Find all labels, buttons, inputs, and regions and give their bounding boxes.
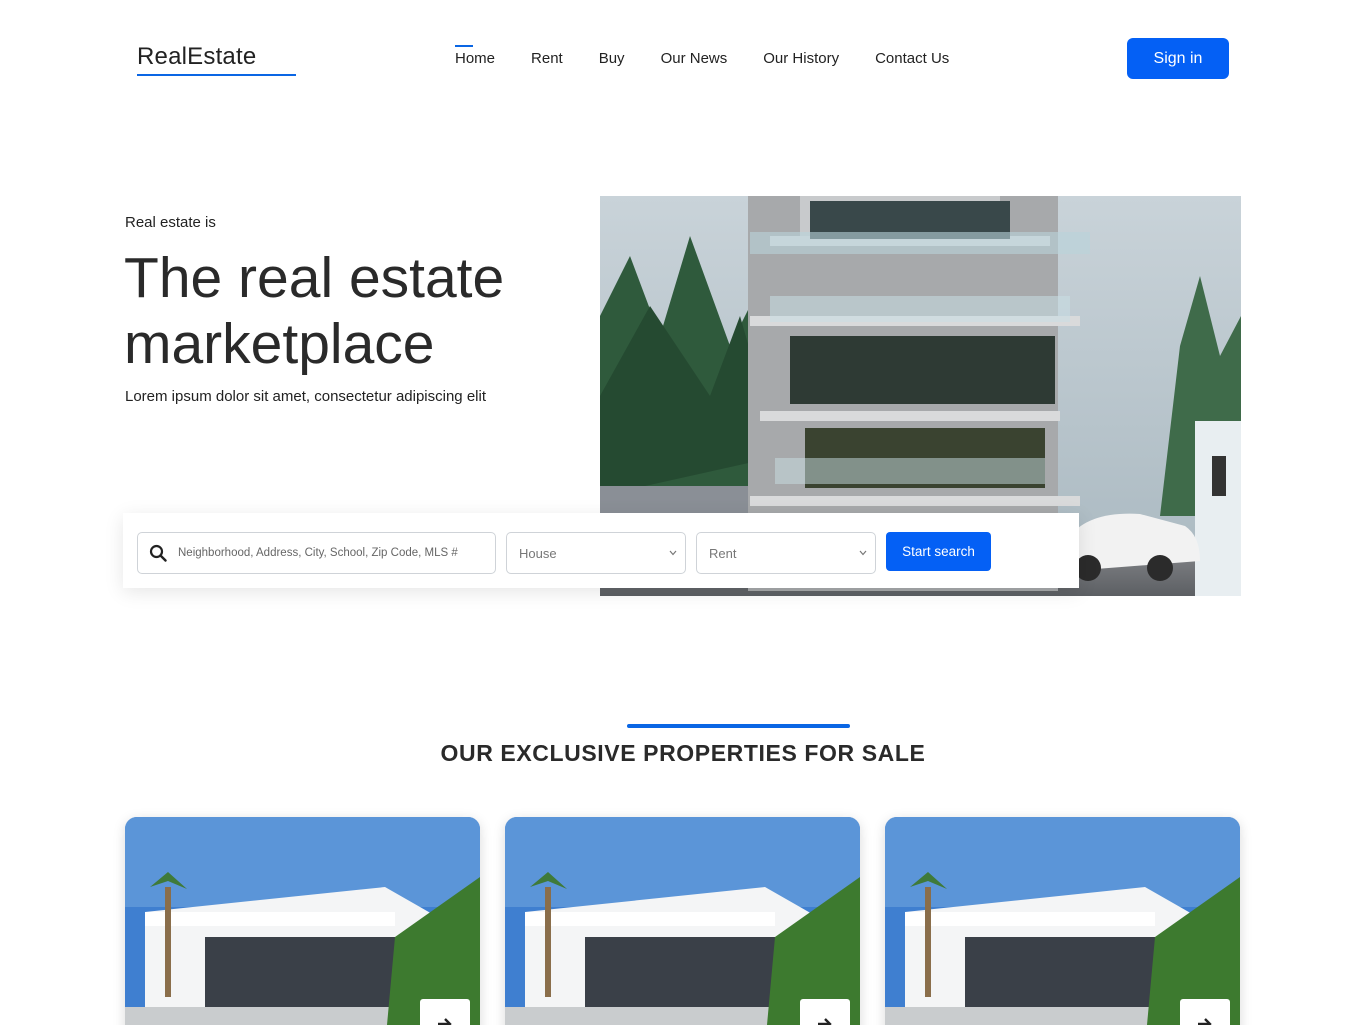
search-icon	[138, 544, 178, 562]
chevron-down-icon	[859, 548, 867, 559]
property-image	[505, 817, 860, 1025]
main-nav: Home Rent Buy Our News Our History Conta…	[455, 45, 985, 67]
logo[interactable]: RealEstate	[137, 43, 256, 71]
nav-item-contact-us[interactable]: Contact Us	[875, 50, 949, 67]
listing-type-value: Rent	[709, 545, 737, 561]
nav-item-buy[interactable]: Buy	[599, 50, 625, 67]
nav-item-home[interactable]: Home	[455, 45, 495, 67]
property-image	[125, 817, 480, 1025]
property-card[interactable]	[505, 817, 860, 1025]
property-type-select[interactable]: House	[506, 532, 686, 574]
chevron-down-icon	[669, 548, 677, 559]
arrow-right-icon[interactable]	[420, 999, 470, 1025]
logo-underline	[137, 74, 296, 76]
start-search-button[interactable]: Start search	[886, 532, 991, 571]
arrow-right-icon[interactable]	[800, 999, 850, 1025]
listing-type-select[interactable]: Rent	[696, 532, 876, 574]
section-accent-bar	[627, 724, 850, 728]
property-image	[885, 817, 1240, 1025]
nav-item-our-history[interactable]: Our History	[763, 50, 839, 67]
property-type-value: House	[519, 545, 557, 561]
hero-title: The real estate marketplace	[124, 246, 505, 376]
hero-eyebrow: Real estate is	[125, 214, 216, 231]
property-card[interactable]	[125, 817, 480, 1025]
search-panel: House Rent Start search	[123, 513, 1079, 588]
property-card[interactable]	[885, 817, 1240, 1025]
hero-subtitle: Lorem ipsum dolor sit amet, consectetur …	[125, 388, 486, 405]
arrow-right-icon[interactable]	[1180, 999, 1230, 1025]
section-title: OUR EXCLUSIVE PROPERTIES FOR SALE	[440, 740, 926, 766]
nav-item-rent[interactable]: Rent	[531, 50, 563, 67]
search-field[interactable]	[137, 532, 496, 574]
nav-item-our-news[interactable]: Our News	[661, 50, 728, 67]
search-input[interactable]	[178, 547, 483, 559]
sign-in-button[interactable]: Sign in	[1127, 38, 1229, 79]
